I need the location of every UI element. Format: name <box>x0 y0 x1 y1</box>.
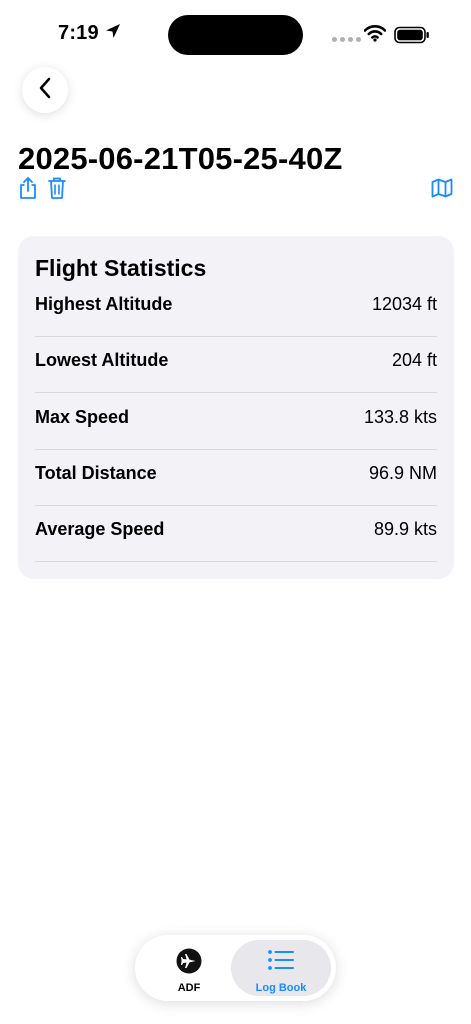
dynamic-island <box>168 15 303 55</box>
stat-value: 133.8 kts <box>363 407 437 427</box>
stat-value: 204 ft <box>391 350 437 370</box>
battery-icon <box>394 26 430 49</box>
share-icon <box>18 176 38 205</box>
tab-log-book[interactable]: Log Book <box>231 940 331 996</box>
map-icon <box>431 178 453 203</box>
map-button[interactable] <box>431 178 453 202</box>
stat-row-max-speed: Max Speed 133.8 kts <box>35 394 437 450</box>
stat-label: Total Distance <box>35 463 157 483</box>
status-bar: 7:19 <box>0 0 471 70</box>
stat-label: Lowest Altitude <box>35 350 169 370</box>
stat-row-lowest-altitude: Lowest Altitude 204 ft <box>35 337 437 393</box>
list-icon <box>267 948 295 977</box>
signal-dots-icon <box>332 37 361 42</box>
tab-label: ADF <box>177 982 201 994</box>
stat-value: 96.9 NM <box>368 463 437 483</box>
trash-icon <box>47 176 67 205</box>
stat-value: 12034 ft <box>371 294 437 314</box>
stat-label: Average Speed <box>35 519 165 539</box>
back-button[interactable] <box>22 67 68 113</box>
stat-row-average-speed: Average Speed 89.9 kts <box>35 506 437 562</box>
page-title: 2025-06-21T05-25-40Z <box>18 141 343 176</box>
status-time: 7:19 <box>58 22 99 44</box>
share-button[interactable] <box>17 176 39 205</box>
time-group: 7:19 <box>58 22 121 45</box>
tab-bar: ADF Log Book <box>135 935 336 1001</box>
location-arrow-icon <box>105 23 121 44</box>
stat-label: Max Speed <box>35 407 130 427</box>
card-title: Flight Statistics <box>35 255 207 281</box>
tab-adf[interactable]: ADF <box>141 940 237 996</box>
wifi-icon <box>363 24 387 47</box>
flight-statistics-card: Flight Statistics Highest Altitude 12034… <box>18 236 454 579</box>
airplane-icon <box>176 948 202 979</box>
stat-value: 89.9 kts <box>373 519 437 539</box>
stat-label: Highest Altitude <box>35 294 173 314</box>
delete-button[interactable] <box>46 176 68 205</box>
stat-row-highest-altitude: Highest Altitude 12034 ft <box>35 281 437 337</box>
chevron-left-icon <box>38 77 52 104</box>
tab-label: Log Book <box>255 982 307 994</box>
screen: 7:19 2025-06-21T05-25-40Z Flight Statist… <box>0 0 471 1024</box>
stat-row-total-distance: Total Distance 96.9 NM <box>35 450 437 506</box>
